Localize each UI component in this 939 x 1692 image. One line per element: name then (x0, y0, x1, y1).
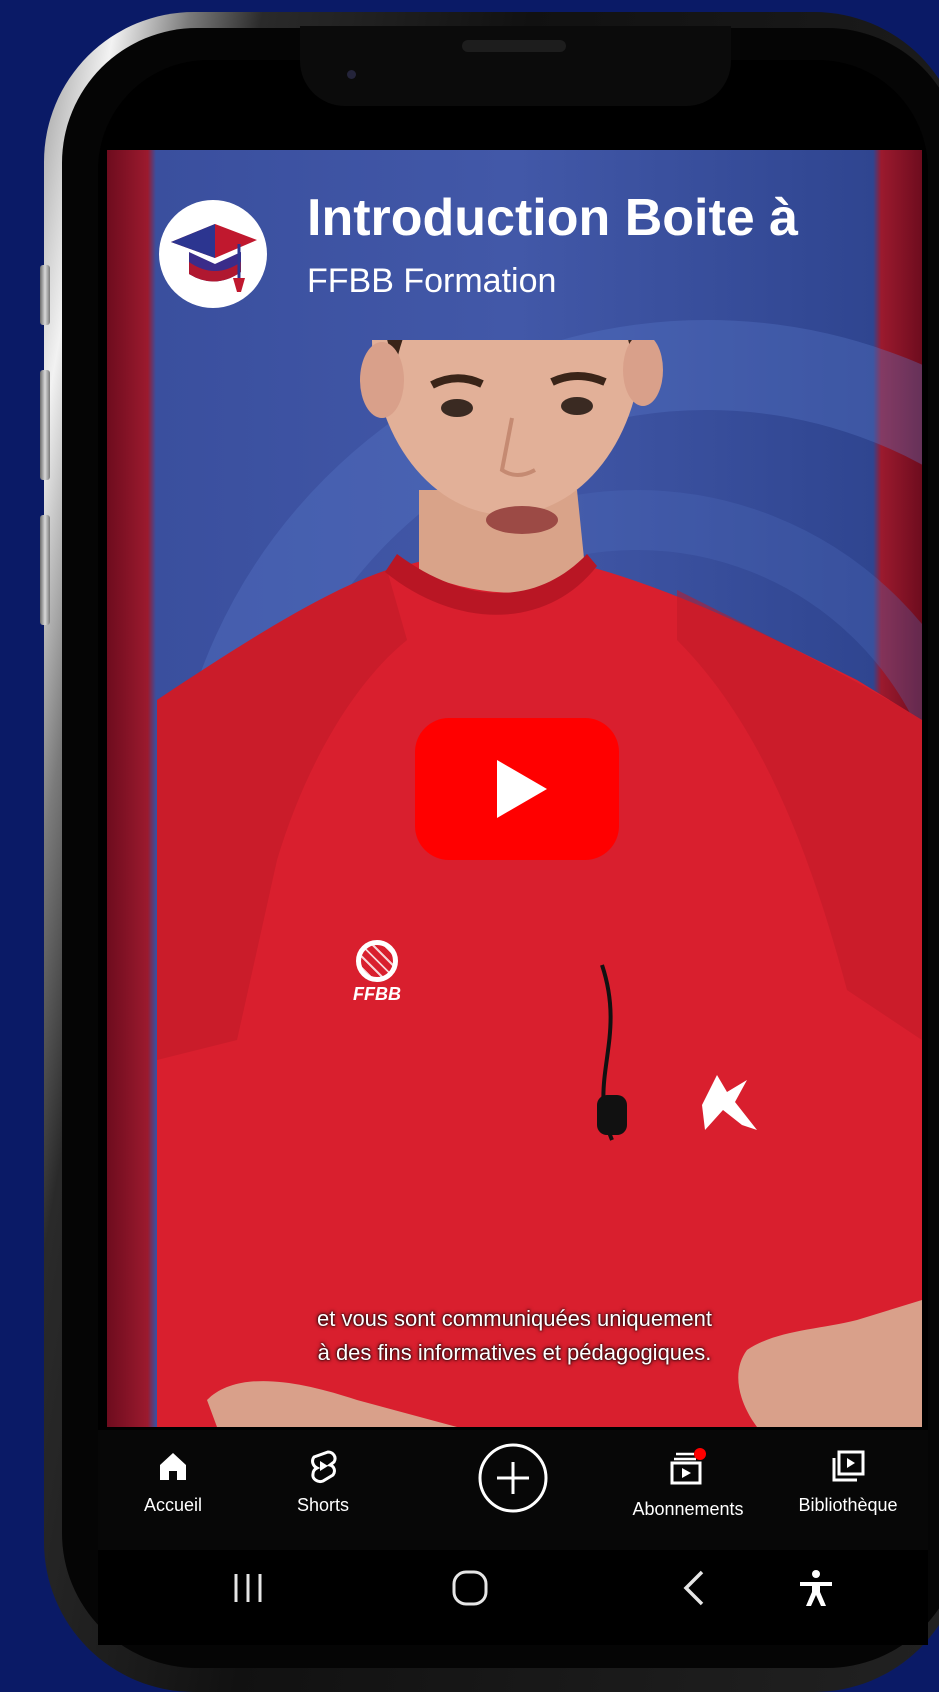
speaker (462, 40, 566, 52)
volume-down-button (40, 370, 50, 480)
home-nav-icon (452, 1570, 488, 1606)
accessibility-button[interactable] (796, 1568, 836, 1613)
notification-dot (694, 1448, 706, 1460)
nav-create[interactable] (438, 1442, 588, 1519)
subtitle-caption: et vous sont communiquées uniquement à d… (107, 1302, 922, 1370)
caption-line-2: à des fins informatives et pédagogiques. (317, 1340, 712, 1365)
graduation-cap-icon (171, 224, 257, 292)
nav-shorts-label: Shorts (296, 1495, 350, 1515)
video-player[interactable]: FFBB Introduction Boite à FFBB Formation… (107, 150, 922, 1427)
notch (300, 26, 731, 106)
play-button[interactable] (415, 718, 619, 860)
system-navigation-bar (98, 1550, 928, 1645)
nav-home-label: Accueil (143, 1495, 203, 1515)
accessibility-icon (800, 1570, 832, 1606)
volume-up-button (40, 265, 50, 325)
nav-home[interactable]: Accueil (98, 1448, 248, 1516)
channel-name[interactable]: FFBB Formation (307, 262, 556, 301)
play-icon (497, 760, 547, 818)
library-icon (832, 1450, 865, 1482)
basketball-icon (356, 940, 398, 982)
recents-icon (234, 1574, 262, 1602)
nav-library-label: Bibliothèque (798, 1495, 898, 1515)
nav-subscriptions[interactable]: Abonnements (603, 1448, 773, 1520)
shorts-icon (311, 1450, 337, 1483)
nav-library[interactable]: Bibliothèque (773, 1448, 923, 1516)
bottom-navigation: Accueil Shorts Abonnements Bibliothèque (98, 1430, 928, 1550)
presenter (157, 340, 922, 1427)
shirt-logo-text: FFBB (353, 984, 401, 1004)
channel-avatar[interactable] (159, 200, 267, 308)
recents-button[interactable] (228, 1568, 268, 1613)
home-icon (160, 1453, 186, 1480)
create-icon (478, 1443, 548, 1513)
nav-shorts[interactable]: Shorts (248, 1448, 398, 1516)
back-button[interactable] (676, 1568, 716, 1613)
back-icon (683, 1570, 704, 1606)
video-title[interactable]: Introduction Boite à (307, 188, 922, 248)
nav-subscriptions-label: Abonnements (632, 1499, 744, 1519)
front-camera (347, 70, 356, 79)
caption-line-1: et vous sont communiquées uniquement (316, 1306, 712, 1331)
subscriptions-icon (670, 1448, 706, 1485)
home-nav-button[interactable] (450, 1568, 490, 1613)
ffbb-shirt-logo: FFBB (347, 940, 407, 1005)
side-button (40, 515, 50, 625)
